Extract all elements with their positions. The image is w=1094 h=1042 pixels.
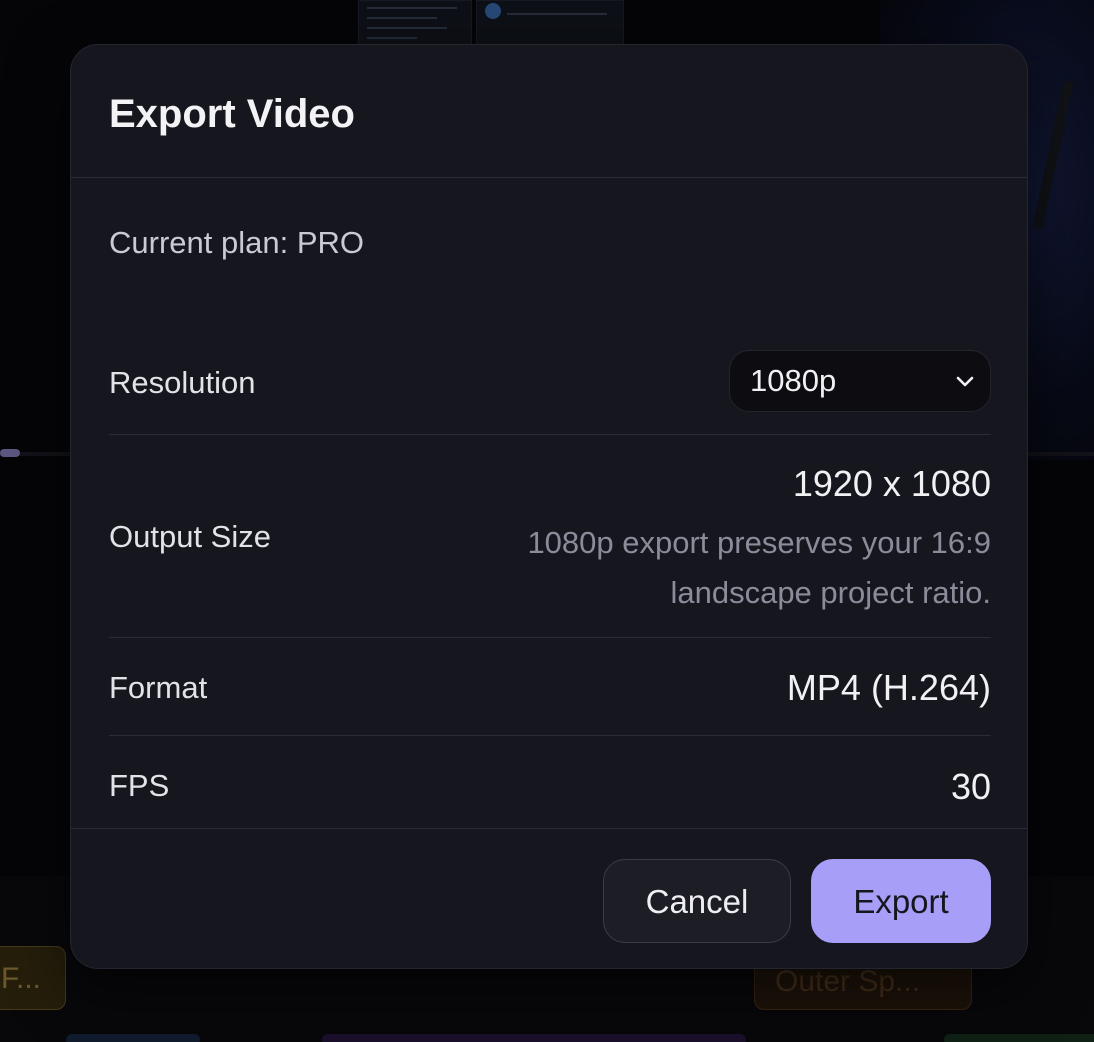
output-size-row: Output Size 1920 x 1080 1080p export pre…	[109, 435, 991, 638]
export-button[interactable]: Export	[811, 859, 991, 943]
output-size-label: Output Size	[109, 519, 271, 554]
fps-row: FPS 30	[109, 736, 991, 834]
dialog-title: Export Video	[109, 92, 355, 136]
fps-value: 30	[950, 766, 991, 807]
fps-label: FPS	[109, 768, 170, 803]
resolution-selected-value: 1080p	[750, 363, 837, 398]
cancel-button[interactable]: Cancel	[603, 859, 791, 943]
format-row: Format MP4 (H.264)	[109, 638, 991, 736]
output-size-note: 1080p export preserves your 16:9 landsca…	[527, 525, 991, 610]
export-video-dialog: Export Video Current plan: PRO Resolutio…	[70, 44, 1028, 969]
chevron-down-icon	[956, 376, 974, 387]
format-value: MP4 (H.264)	[786, 667, 991, 708]
resolution-select[interactable]: 1080p	[729, 350, 991, 412]
resolution-label: Resolution	[109, 365, 256, 400]
dialog-footer: Cancel Export	[71, 828, 1027, 968]
resolution-row: Resolution 1080p	[109, 312, 991, 435]
current-plan-text: Current plan: PRO	[109, 225, 364, 260]
format-label: Format	[109, 670, 208, 705]
output-size-value: 1920 x 1080	[792, 463, 991, 504]
dialog-header: Export Video	[71, 45, 1027, 178]
